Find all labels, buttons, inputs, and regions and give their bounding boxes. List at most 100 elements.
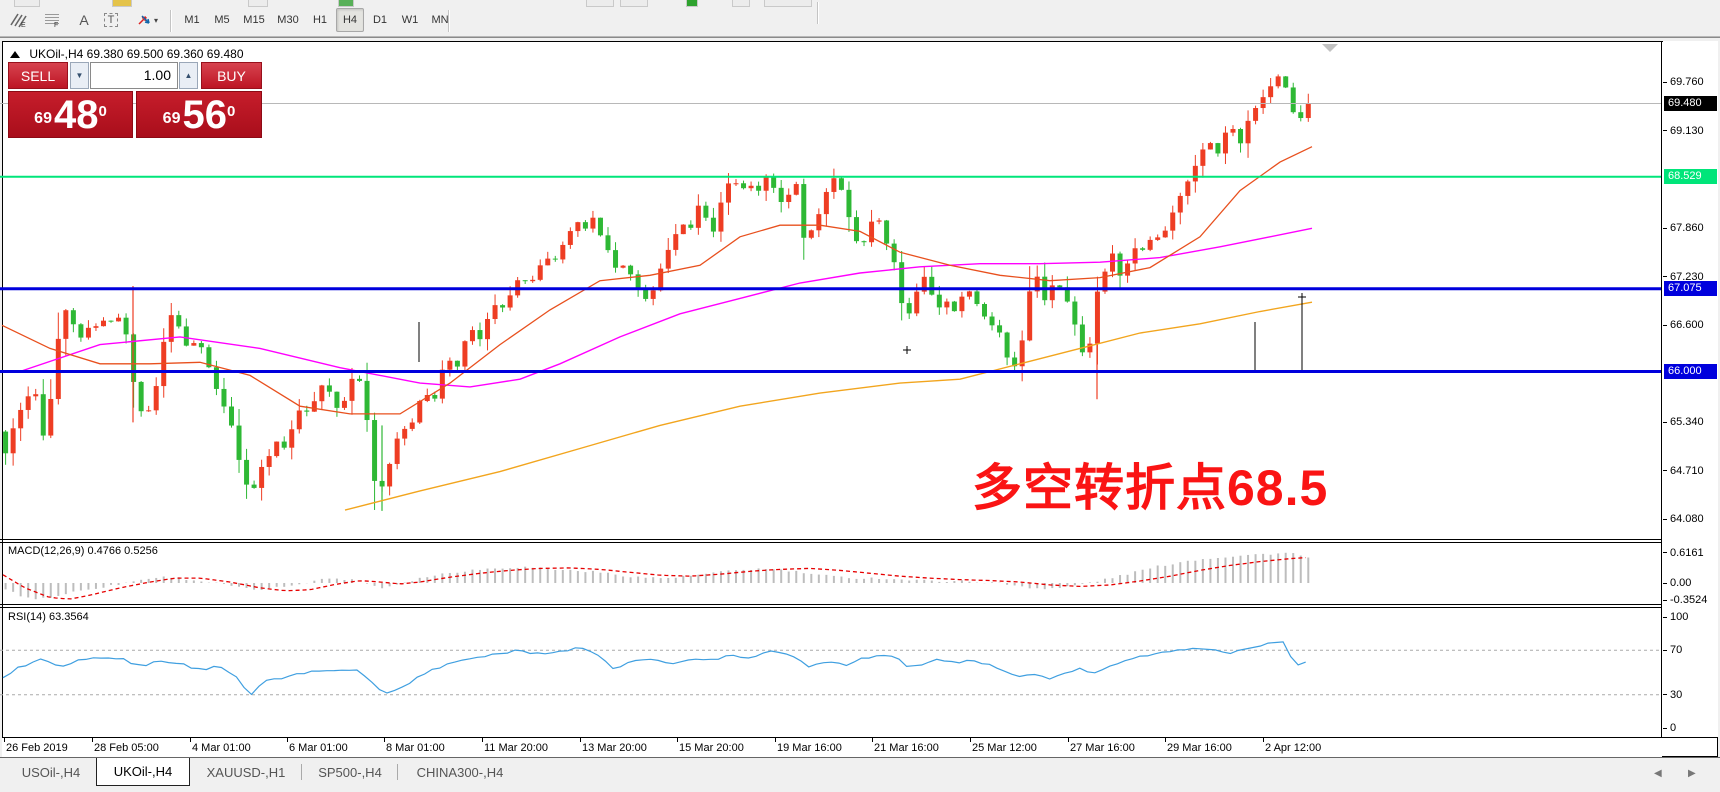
time-tick	[775, 738, 776, 742]
price-axis-label: 64.080	[1663, 512, 1718, 526]
draw-study-icon[interactable]: E	[4, 8, 34, 32]
buy-price-quote[interactable]: 69 56 0	[136, 91, 262, 138]
toolbar-separator	[170, 10, 172, 32]
macd-histogram	[6, 553, 1309, 599]
macd-axis-label: 0.6161	[1663, 546, 1718, 560]
buy-price-major: 69	[163, 106, 181, 132]
timeframe-button-m5[interactable]: M5	[208, 8, 236, 32]
buy-button[interactable]: BUY	[201, 62, 262, 89]
time-axis-label: 29 Mar 16:00	[1167, 742, 1232, 754]
svg-text:F: F	[54, 22, 58, 28]
sell-price-major: 69	[34, 106, 52, 132]
price-axis-label: 64.710	[1663, 464, 1718, 478]
one-click-trading-panel: SELL ▼ 1.00 ▲ BUY 69 48 0 69 56 0	[8, 62, 262, 138]
time-tick	[287, 738, 288, 742]
clipped-toolbar-button	[686, 0, 698, 7]
symbol-triangle-icon	[10, 51, 20, 58]
macd-signal-line	[3, 558, 1306, 599]
time-tick	[384, 738, 385, 742]
time-axis-label: 19 Mar 16:00	[777, 742, 842, 754]
tick-dash	[1663, 600, 1667, 601]
price-axis-label: 69.130	[1663, 124, 1718, 138]
chart-tab-bar: ◀ ▶ USOil-,H4UKOil-,H4XAUUSD-,H1SP500-,H…	[0, 758, 1720, 792]
buy-price-big: 56	[182, 98, 227, 132]
chart-shift-marker-icon[interactable]	[1322, 44, 1338, 52]
candlestick-chart[interactable]	[0, 43, 1662, 737]
chart-tab-sp500-h4[interactable]: SP500-,H4	[302, 758, 398, 786]
price-level-label: 68.529	[1664, 169, 1717, 184]
timeframe-button-m1[interactable]: M1	[178, 8, 206, 32]
tick-dash	[1663, 650, 1667, 651]
tabs-scroll-right-icon[interactable]: ▶	[1688, 768, 1696, 779]
candles	[3, 74, 1311, 510]
time-axis-label: 27 Mar 16:00	[1070, 742, 1135, 754]
timeframe-button-m15[interactable]: M15	[238, 8, 270, 32]
volume-input[interactable]: 1.00	[90, 62, 178, 89]
timeframe-button-w1[interactable]: W1	[396, 8, 424, 32]
time-axis[interactable]: 26 Feb 201928 Feb 05:004 Mar 01:006 Mar …	[2, 738, 1662, 757]
toolbar: E F A T ▾ M1M5M15M30H1H4D1W1MN	[0, 0, 1720, 41]
sell-button[interactable]: SELL	[8, 62, 68, 89]
svg-text:E: E	[21, 22, 26, 28]
tick-dash	[1663, 583, 1667, 584]
macd-axis-label: 0.00	[1663, 576, 1718, 590]
time-tick	[872, 738, 873, 742]
chart-text-annotation: 多空转折点68.5	[972, 448, 1328, 520]
tick-dash	[1663, 130, 1667, 131]
time-tick	[1263, 738, 1264, 742]
text-label-icon[interactable]: A	[72, 8, 96, 32]
volume-decrease-button[interactable]: ▼	[70, 62, 89, 89]
tick-dash	[1663, 728, 1667, 729]
clipped-toolbar-button	[732, 0, 750, 7]
tick-dash	[1663, 276, 1667, 277]
sell-price-quote[interactable]: 69 48 0	[8, 91, 133, 138]
price-level-label: 66.000	[1664, 364, 1717, 379]
timeframe-button-h1[interactable]: H1	[306, 8, 334, 32]
clipped-toolbar-button	[764, 0, 812, 7]
arrows-icon[interactable]: ▾	[128, 8, 166, 32]
time-axis-label: 21 Mar 16:00	[874, 742, 939, 754]
tabs-scroll-left-icon[interactable]: ◀	[1654, 768, 1662, 779]
tick-dash	[1663, 82, 1667, 83]
title-text: UKOil-,H4 69.380 69.500 69.360 69.480	[29, 47, 243, 61]
price-axis-label: 67.860	[1663, 221, 1718, 235]
time-tick	[580, 738, 581, 742]
tick-dash	[1663, 552, 1667, 553]
tick-dash	[1663, 325, 1667, 326]
chart-tab-xauusd-h1[interactable]: XAUUSD-,H1	[192, 758, 300, 786]
chart-tab-china300-h4[interactable]: CHINA300-,H4	[398, 758, 522, 786]
tick-dash	[1663, 470, 1667, 471]
price-axis-label: 69.760	[1663, 75, 1718, 89]
time-axis-label: 28 Feb 05:00	[94, 742, 159, 754]
clipped-toolbar-button	[586, 0, 614, 7]
rsi-axis-label: 0	[1663, 721, 1718, 735]
chart-tab-ukoil-h4[interactable]: UKOil-,H4	[96, 758, 190, 786]
tick-dash	[1663, 519, 1667, 520]
chart-tab-usoil-h4[interactable]: USOil-,H4	[6, 758, 96, 786]
clipped-toolbar-button	[338, 0, 354, 7]
time-axis-label: 25 Mar 12:00	[972, 742, 1037, 754]
rsi-label: RSI(14) 63.3564	[8, 611, 89, 623]
time-tick	[92, 738, 93, 742]
price-axis-label: 65.340	[1663, 415, 1718, 429]
timeframe-button-d1[interactable]: D1	[366, 8, 394, 32]
price-axis[interactable]: 69.76069.13067.86067.23066.60065.34064.7…	[1663, 41, 1718, 737]
timeframe-button-m30[interactable]: M30	[272, 8, 304, 32]
timeframe-button-h4[interactable]: H4	[336, 8, 364, 32]
price-axis-label: 66.600	[1663, 318, 1718, 332]
rsi-axis-label: 70	[1663, 643, 1718, 657]
rsi-line	[3, 642, 1306, 695]
price-level-label: 67.075	[1664, 281, 1717, 296]
time-tick	[4, 738, 5, 742]
sell-price-big: 48	[54, 98, 99, 132]
volume-increase-button[interactable]: ▲	[179, 62, 198, 89]
tick-dash	[1663, 228, 1667, 229]
ma-fast-line	[2, 147, 1312, 414]
rsi-axis-label: 30	[1663, 688, 1718, 702]
time-axis-label: 8 Mar 01:00	[386, 742, 445, 754]
price-level-label: 69.480	[1664, 96, 1717, 111]
time-tick	[190, 738, 191, 742]
time-axis-label: 4 Mar 01:00	[192, 742, 251, 754]
grid-icon[interactable]: F	[38, 8, 68, 32]
text-box-icon[interactable]: T	[98, 8, 124, 32]
